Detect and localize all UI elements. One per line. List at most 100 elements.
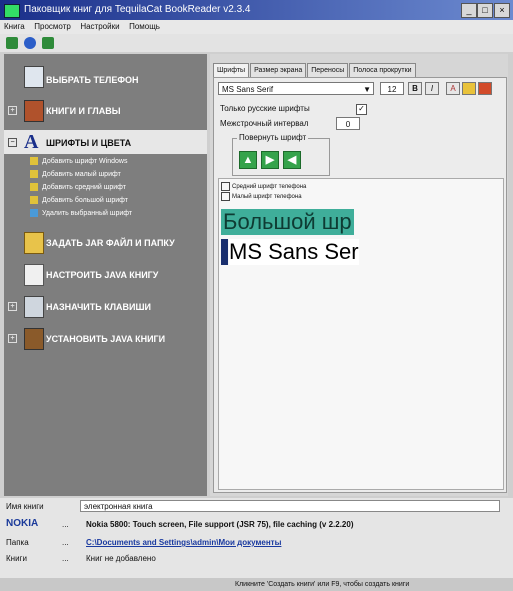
bold-button[interactable]: B (408, 82, 422, 95)
only-russian-label: Только русские шрифты (220, 104, 310, 113)
new-book-icon[interactable] (6, 37, 18, 49)
rotate-right-button[interactable]: ▶ (261, 151, 279, 169)
tab-fonts[interactable]: Шрифты (213, 63, 250, 77)
status-text: Кликните 'Создать книги' или F9, чтобы с… (235, 581, 410, 588)
font-size-stepper[interactable]: 12 (380, 82, 404, 95)
preview-small-font[interactable]: Малый шрифт телефона (221, 192, 302, 201)
sidebar-item-label: НАЗНАЧИТЬ КЛАВИШИ (46, 302, 151, 312)
only-russian-checkbox[interactable]: ✓ (356, 104, 367, 115)
sidebar: ВЫБРАТЬ ТЕЛЕФОН + КНИГИ И ГЛАВЫ − A ШРИФ… (4, 54, 207, 496)
sidebar-item-label: УСТАНОВИТЬ JAVA КНИГИ (46, 334, 166, 344)
folder-browse-button[interactable]: ... (62, 538, 69, 547)
font-size-value: 12 (387, 85, 397, 94)
sidebar-item-label: КНИГИ И ГЛАВЫ (46, 106, 121, 116)
font-add-icon (30, 170, 38, 178)
book-name-input[interactable]: электронная книга (80, 500, 500, 512)
sidebar-item-label: ШРИФТЫ И ЦВЕТА (46, 138, 132, 148)
folder-path-link[interactable]: C:\Documents and Settings\admin\Мои доку… (86, 538, 281, 547)
sidebar-item-select-phone[interactable]: ВЫБРАТЬ ТЕЛЕФОН (4, 62, 207, 96)
menu-book[interactable]: Книга (4, 20, 25, 34)
line-spacing-stepper[interactable]: 0 (336, 117, 360, 130)
status-bar: Кликните 'Создать книги' или F9, чтобы с… (0, 578, 513, 591)
subitem-add-large-font[interactable]: Добавить большой шрифт (30, 196, 128, 204)
menu-bar: Книга Просмотр Настройки Помощь (0, 20, 513, 34)
collapse-icon[interactable]: − (8, 138, 17, 147)
books-icon (24, 100, 44, 122)
subitem-label: Добавить малый шрифт (42, 170, 121, 178)
subitem-label: Удалить выбранный шрифт (42, 209, 133, 217)
selection-marker (221, 239, 228, 265)
sidebar-item-install[interactable]: + УСТАНОВИТЬ JAVA КНИГИ (4, 324, 207, 352)
sidebar-item-java-book[interactable]: НАСТРОИТЬ JAVA КНИГУ (4, 260, 207, 288)
books-label: Книги (6, 554, 27, 563)
rotate-up-button[interactable]: ▲ (239, 151, 257, 169)
font-delete-icon (30, 209, 38, 217)
maximize-button[interactable]: □ (477, 3, 493, 18)
line-spacing-label: Межстрочный интервал (220, 119, 309, 128)
palette-icon[interactable] (478, 82, 492, 95)
font-select[interactable]: MS Sans Serif ▼ (218, 82, 374, 95)
subitem-label: Добавить средний шрифт (42, 183, 126, 191)
sidebar-item-label: ВЫБРАТЬ ТЕЛЕФОН (46, 75, 139, 85)
java-icon (24, 264, 44, 286)
tab-bar: Шрифты Размер экрана Переносы Полоса прокру… (213, 63, 417, 77)
italic-button[interactable]: I (425, 82, 439, 95)
menu-help[interactable]: Помощь (129, 20, 160, 34)
font-add-icon (30, 157, 38, 165)
background-color-icon[interactable] (462, 82, 476, 95)
subitem-add-medium-font[interactable]: Добавить средний шрифт (30, 183, 126, 191)
expand-icon[interactable]: + (8, 106, 17, 115)
font-add-icon (30, 183, 38, 191)
preview-medium-font[interactable]: Средний шрифт телефона (221, 182, 306, 191)
window-titlebar: Паковщик книг для TequilaCat BookReader … (0, 0, 513, 20)
checkbox-icon (221, 182, 230, 191)
subitem-add-windows-font[interactable]: Добавить шрифт Windows (30, 157, 127, 165)
sidebar-item-fonts[interactable]: − A ШРИФТЫ И ЦВЕТА (4, 130, 207, 154)
window-title: Паковщик книг для TequilaCat BookReader … (24, 4, 251, 15)
checkbox-icon (221, 192, 230, 201)
nokia-logo: NOKIA (6, 518, 39, 529)
phone-browse-button[interactable]: ... (62, 520, 69, 529)
phone-icon (24, 66, 44, 88)
preview-ms-text: MS Sans Ser (229, 239, 359, 265)
settings-icon[interactable] (42, 37, 54, 49)
keyboard-icon (24, 296, 44, 318)
rotate-left-button[interactable]: ◀ (283, 151, 301, 169)
preview-ms-sans-serif[interactable]: MS Sans Ser (221, 239, 359, 265)
subitem-delete-font[interactable]: Удалить выбранный шрифт (30, 209, 132, 217)
tab-screen-size[interactable]: Размер экрана (250, 63, 307, 77)
app-icon (4, 4, 20, 18)
sidebar-item-books[interactable]: + КНИГИ И ГЛАВЫ (4, 96, 207, 124)
sidebar-item-label: НАСТРОИТЬ JAVA КНИГУ (46, 270, 159, 280)
subitem-add-small-font[interactable]: Добавить малый шрифт (30, 170, 121, 178)
chevron-down-icon: ▼ (363, 85, 371, 94)
menu-settings[interactable]: Настройки (80, 20, 119, 34)
sidebar-item-keys[interactable]: + НАЗНАЧИТЬ КЛАВИШИ (4, 292, 207, 320)
preview-large-font[interactable]: Большой шр (221, 209, 354, 235)
font-select-value: MS Sans Serif (222, 85, 274, 94)
preview-large-text: Большой шр (221, 209, 354, 235)
font-color-icon[interactable]: A (446, 82, 460, 95)
rotate-font-group: Повернуть шрифт ▲ ▶ ◀ (232, 133, 330, 176)
sidebar-item-jar-folder[interactable]: ЗАДАТЬ JAR ФАЙЛ И ПАПКУ (4, 228, 207, 256)
folder-icon (24, 232, 44, 254)
folder-label: Папка (6, 538, 29, 547)
sidebar-item-label: ЗАДАТЬ JAR ФАЙЛ И ПАПКУ (46, 238, 175, 248)
tab-hyphenation[interactable]: Переносы (307, 63, 349, 77)
book-info-panel: Имя книги электронная книга NOKIA ... No… (0, 498, 513, 578)
menu-view[interactable]: Просмотр (34, 20, 71, 34)
tab-scrollbar[interactable]: Полоса прокрутки (349, 63, 416, 77)
subitem-label: Добавить шрифт Windows (42, 157, 128, 165)
books-value: Книг не добавлено (86, 554, 156, 563)
expand-icon[interactable]: + (8, 334, 17, 343)
expand-icon[interactable]: + (8, 302, 17, 311)
book-name-label: Имя книги (6, 502, 44, 511)
preview-label: Средний шрифт телефона (232, 184, 307, 191)
globe-icon[interactable] (24, 37, 36, 49)
minimize-button[interactable]: _ (461, 3, 477, 18)
font-icon: A (24, 131, 39, 153)
books-browse-button[interactable]: ... (62, 554, 69, 563)
fonts-panel: MS Sans Serif ▼ 12 B I A Только русские ш… (213, 77, 507, 493)
font-add-icon (30, 196, 38, 204)
close-button[interactable]: × (494, 3, 510, 18)
